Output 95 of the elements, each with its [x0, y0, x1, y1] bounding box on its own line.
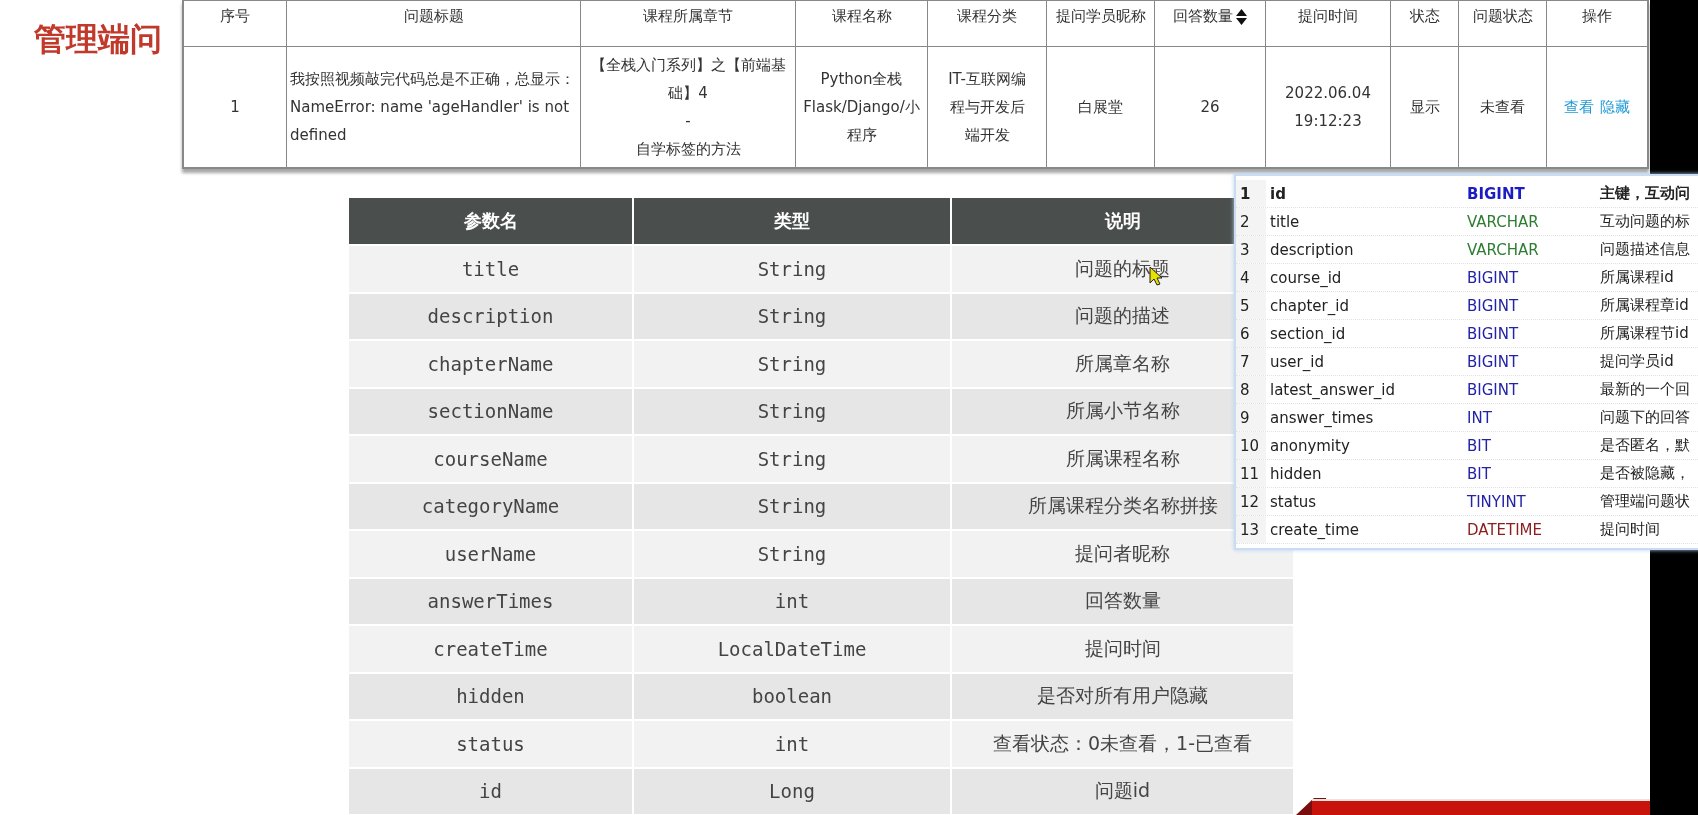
- column-header: 序号: [220, 7, 250, 26]
- column-header: 问题状态: [1472, 7, 1533, 26]
- field-type: INT: [1466, 408, 1493, 427]
- field-type: BIGINT: [1466, 296, 1520, 315]
- field-comment: 提问时间: [1599, 520, 1661, 539]
- field-comment: 是否被隐藏，: [1599, 464, 1691, 483]
- row-number: 3: [1236, 236, 1266, 263]
- row-number: 7: [1236, 348, 1266, 375]
- field-type: BIGINT: [1466, 268, 1520, 287]
- table-cell: description: [349, 293, 632, 339]
- row-number: 12: [1236, 488, 1266, 515]
- table-cell: status: [349, 721, 632, 767]
- column-header: 课程所属章节: [643, 7, 733, 26]
- table-cell: sectionName: [349, 388, 632, 434]
- field-type: BIT: [1466, 464, 1492, 483]
- table-cell-text: IT-互联网编程与开发后端开发: [947, 69, 1027, 146]
- table-cell: String: [634, 388, 950, 434]
- table-cell: categoryName: [349, 483, 632, 529]
- field-type: BIGINT: [1466, 352, 1520, 371]
- table-cell: chapterName: [349, 341, 632, 387]
- field-comment: 互动问题的标: [1599, 212, 1691, 231]
- column-header: 类型: [634, 198, 950, 244]
- column-header: 提问学员昵称: [1055, 7, 1146, 26]
- row-number: 9: [1236, 404, 1266, 431]
- table-cell: boolean: [634, 673, 950, 719]
- table-cell: String: [634, 341, 950, 387]
- field-comment: 主键，互动问: [1599, 184, 1691, 203]
- row-number: 10: [1236, 432, 1266, 459]
- field-type: BIGINT: [1466, 380, 1520, 399]
- table-cell: String: [634, 436, 950, 482]
- column-header: 参数名: [349, 198, 632, 244]
- column-header: 提问时间: [1298, 7, 1358, 26]
- table-cell: createTime: [349, 626, 632, 672]
- field-type: BIGINT: [1466, 184, 1526, 203]
- column-header: 操作: [1582, 7, 1612, 26]
- row-number: 13: [1236, 516, 1266, 543]
- table-cell-text: Python全栈Flask/Django/小程序: [802, 69, 921, 146]
- row-number: 6: [1236, 320, 1266, 347]
- action-link[interactable]: 查看: [1564, 98, 1594, 116]
- table-cell: LocalDateTime: [634, 626, 950, 672]
- field-comment: 问题描述信息: [1599, 240, 1691, 259]
- field-comment: 所属课程章id: [1599, 296, 1690, 315]
- table-cell: 1: [183, 46, 287, 168]
- field-type: DATETIME: [1466, 520, 1544, 539]
- table-cell: 26: [1154, 46, 1266, 168]
- table-cell: 提问时间: [952, 626, 1293, 672]
- column-header: 状态: [1409, 7, 1440, 26]
- table-cell: id: [349, 768, 632, 814]
- table-cell: 回答数量: [952, 578, 1293, 624]
- table-cell: 未查看: [1458, 46, 1547, 168]
- table-cell: 白展堂: [1046, 46, 1155, 168]
- field-comment: 提问学员id: [1599, 352, 1675, 371]
- table-cell: Long: [634, 768, 950, 814]
- field-comment: 最新的一个回: [1599, 380, 1691, 399]
- table-cell: 问题id: [952, 768, 1293, 814]
- table-cell: 是否对所有用户隐藏: [952, 673, 1293, 719]
- table-cell: 【全栈入门系列】之【前端基础】4 - 自学标签的方法: [580, 46, 796, 168]
- field-type: BIGINT: [1466, 324, 1520, 343]
- table-cell: title: [349, 246, 632, 292]
- table-cell: String: [634, 246, 950, 292]
- column-header: 问题标题: [403, 7, 464, 26]
- page-title: 管理端问: [34, 19, 162, 60]
- sort-icon[interactable]: [1234, 7, 1248, 26]
- row-number: 11: [1236, 460, 1266, 487]
- table-cell: answerTimes: [349, 578, 632, 624]
- field-comment: 问题下的回答: [1599, 408, 1691, 427]
- column-header: 回答数量: [1172, 7, 1233, 26]
- table-cell: hidden: [349, 673, 632, 719]
- table-cell: String: [634, 293, 950, 339]
- table-cell: String: [634, 483, 950, 529]
- table-cell: courseName: [349, 436, 632, 482]
- table-cell: 显示: [1390, 46, 1459, 168]
- row-number: 8: [1236, 376, 1266, 403]
- table-cell: 我按照视频敲完代码总是不正确，总显示： NameError: name 'ageHandler' is not defined: [286, 46, 581, 168]
- field-type: VARCHAR: [1466, 212, 1540, 231]
- row-number: 5: [1236, 292, 1266, 319]
- table-cell: 查看状态：0未查看，1-已查看: [952, 721, 1293, 767]
- field-type: VARCHAR: [1466, 240, 1540, 259]
- row-number: 4: [1236, 264, 1266, 291]
- column-header: 课程名称: [831, 7, 892, 26]
- field-comment: 是否匿名，默: [1599, 436, 1691, 455]
- field-type: BIT: [1466, 436, 1492, 455]
- row-number: 2: [1236, 208, 1266, 235]
- action-link[interactable]: 隐藏: [1600, 98, 1630, 116]
- field-comment: 所属课程节id: [1599, 324, 1690, 343]
- field-type: TINYINT: [1466, 492, 1527, 511]
- column-header: 课程分类: [957, 7, 1017, 26]
- row-number: 1: [1236, 180, 1266, 207]
- table-cell: userName: [349, 531, 632, 577]
- table-cell: 2022.06.04 19:12:23: [1265, 46, 1391, 168]
- table-cell: int: [634, 578, 950, 624]
- table-cell: String: [634, 531, 950, 577]
- field-comment: 所属课程id: [1599, 268, 1675, 287]
- table-cell: int: [634, 721, 950, 767]
- field-comment: 管理端问题状: [1599, 492, 1691, 511]
